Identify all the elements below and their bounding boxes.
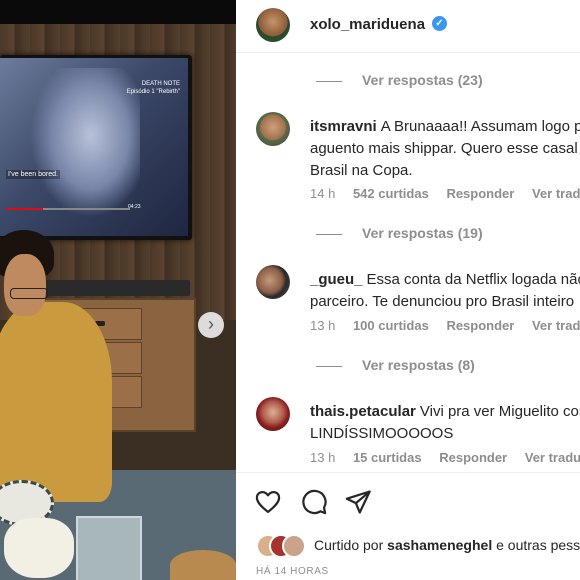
comment-likes[interactable]: 100 curtidas [353,318,429,333]
tv-progress-bar [6,208,130,210]
commenter-avatar[interactable] [256,265,290,299]
translate-link[interactable]: Ver tradução [532,186,580,201]
comment-text: itsmravniA Brunaaaa!! Assumam logo porqu… [310,118,580,179]
view-replies-link[interactable]: Ver respostas (8) [316,357,475,373]
television: DEATH NOTE Episódio 1 "Rebirth" I've bee… [0,55,192,240]
translate-link[interactable]: Ver tradução [525,450,580,465]
post-timestamp: HÁ 14 HORAS [256,566,329,577]
comment-time: 13 h [310,450,336,465]
snack-bowl [4,518,74,578]
person-poncho [0,302,112,502]
reply-button[interactable]: Responder [446,186,514,201]
comment-meta: 14 h 542 curtidas Responder Ver tradução [310,186,580,201]
comment-icon[interactable] [300,488,328,516]
next-photo-button[interactable]: › [198,312,224,338]
liked-by-text[interactable]: Curtido por sashameneghel e outras pesso… [314,537,580,553]
commenter-username[interactable]: itsmravni [310,118,377,135]
heart-icon[interactable] [254,488,282,516]
verified-badge-icon: ✓ [432,16,447,31]
reply-button[interactable]: Responder [446,318,514,333]
tv-show-title: DEATH NOTE Episódio 1 "Rebirth" [126,81,180,95]
comment-text: _gueu_ Essa conta da Netflix logada não p… [310,271,580,310]
view-replies-link[interactable]: Ver respostas (23) [316,72,483,88]
comment-text: thais.petacular Vivi pra ver Miguelito co… [310,403,580,442]
commenter-username[interactable]: _gueu_ [310,271,363,288]
post-photo[interactable]: DEATH NOTE Episódio 1 "Rebirth" I've bee… [0,0,236,580]
author-avatar[interactable] [256,8,290,42]
comment-time: 13 h [310,318,336,333]
liker-avatar[interactable] [282,534,306,558]
actions-divider [236,472,580,473]
anime-character [30,68,140,218]
reply-button[interactable]: Responder [439,450,507,465]
water-glass [76,516,142,580]
tv-timestamp: 04:23 [128,204,141,210]
comment-time: 14 h [310,186,336,201]
send-icon[interactable] [344,488,372,516]
commenter-username[interactable]: thais.petacular [310,403,416,420]
view-replies-link[interactable]: Ver respostas (19) [316,225,483,241]
person-head [4,254,46,316]
comment-meta: 13 h 100 curtidas Responder Ver tradução [310,318,580,333]
person-glasses [10,288,48,299]
translate-link[interactable]: Ver tradução [532,318,580,333]
tv-screen: DEATH NOTE Episódio 1 "Rebirth" I've bee… [0,58,188,236]
comment-likes[interactable]: 15 curtidas [353,450,422,465]
commenter-avatar[interactable] [256,397,290,431]
commenter-avatar[interactable] [256,112,290,146]
author-username[interactable]: xolo_mariduena [310,16,425,33]
post-header: xolo_mariduena ✓ [236,0,580,53]
comment-meta: 13 h 15 curtidas Responder Ver tradução [310,450,580,465]
comments-panel: xolo_mariduena ✓ Ver respostas (23) itsm… [236,0,580,580]
comment-likes[interactable]: 542 curtidas [353,186,429,201]
bowl [170,550,236,580]
tv-subtitle: I've been bored. [6,170,60,179]
photo-top-bar [0,0,236,24]
